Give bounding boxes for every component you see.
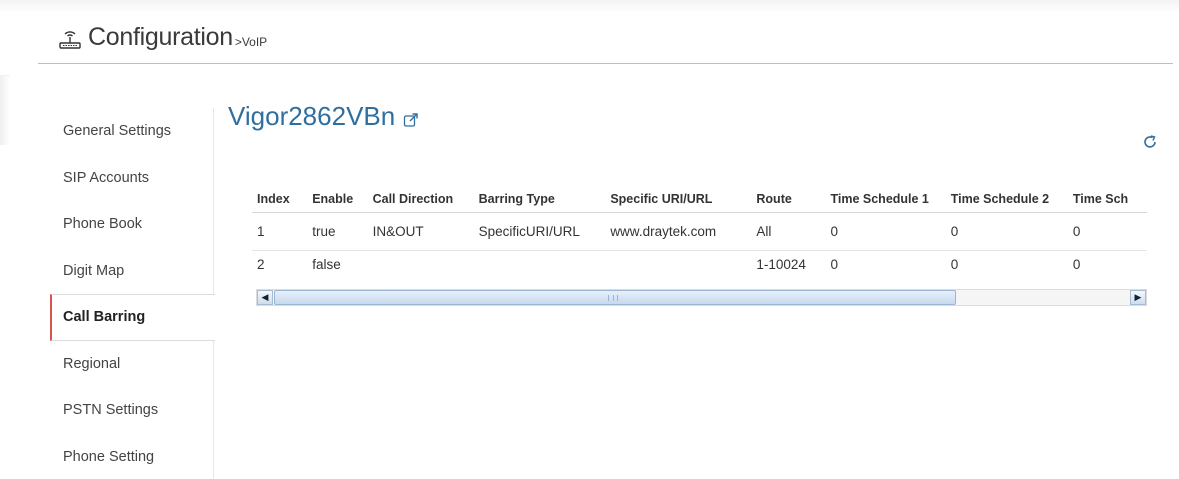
column-header-time-schedule-2[interactable]: Time Schedule 2 [945, 186, 1068, 213]
column-header-route[interactable]: Route [751, 186, 826, 213]
cell-enable: false [312, 256, 341, 272]
cell-time-schedule-2: 0 [950, 256, 959, 272]
sidebar-item-digit-map[interactable]: Digit Map [50, 248, 213, 295]
cell-time-schedule-2: 0 [945, 212, 1068, 251]
column-header-specific-uri[interactable]: Specific URI/URL [605, 186, 752, 213]
horizontal-scrollbar[interactable]: ◀ ▶ [256, 289, 1147, 306]
cell-time-schedule-1: 0 [830, 256, 838, 272]
call-barring-table-container: Index Enable Call Direction Barring Type… [252, 186, 1147, 280]
call-barring-table: Index Enable Call Direction Barring Type… [252, 186, 1147, 280]
top-bar [0, 0, 1179, 14]
cell-time-schedule-3: 0 [1072, 256, 1081, 272]
column-header-time-schedule-1[interactable]: Time Schedule 1 [825, 186, 946, 213]
cell-route: 1-10024 [756, 256, 806, 272]
cell-call-direction: IN&OUT [367, 212, 474, 251]
column-header-barring-type[interactable]: Barring Type [473, 186, 606, 213]
sidebar: General Settings SIP Accounts Phone Book… [50, 108, 215, 479]
page-header: Configuration >VoIP [38, 22, 1173, 64]
device-name[interactable]: Vigor2862VBn [228, 101, 395, 132]
scroll-right-button[interactable]: ▶ [1130, 290, 1146, 305]
arrow-right-icon: ▶ [1134, 292, 1142, 302]
cell-index: 2 [257, 256, 265, 272]
sidebar-item-regional[interactable]: Regional [50, 341, 213, 388]
column-header-enable[interactable]: Enable [307, 186, 368, 213]
cell-call-direction [368, 250, 474, 280]
device-title: Vigor2862VBn [228, 98, 419, 135]
external-link-icon[interactable] [403, 104, 419, 135]
sidebar-item-call-barring[interactable]: Call Barring [50, 294, 215, 341]
grip-icon [608, 295, 618, 301]
table-row[interactable]: 2 false 1-10024 0 0 0 [252, 250, 1147, 280]
router-icon [58, 25, 82, 49]
refresh-icon[interactable] [1142, 134, 1158, 150]
left-panel-edge [0, 75, 10, 145]
cell-index: 1 [252, 212, 308, 251]
breadcrumb: >VoIP [234, 35, 268, 49]
arrow-left-icon: ◀ [261, 292, 269, 302]
sidebar-item-phone-book[interactable]: Phone Book [50, 201, 213, 248]
sidebar-item-pstn-settings[interactable]: PSTN Settings [50, 387, 213, 434]
cell-specific-uri: www.draytek.com [605, 212, 752, 251]
cell-enable: true [307, 212, 368, 251]
page-title: Configuration [88, 23, 233, 51]
sidebar-item-sip-accounts[interactable]: SIP Accounts [50, 155, 213, 202]
scroll-left-button[interactable]: ◀ [257, 290, 273, 305]
column-header-index[interactable]: Index [252, 186, 308, 213]
scrollbar-thumb[interactable] [274, 290, 956, 305]
cell-specific-uri [605, 250, 751, 280]
sidebar-item-general-settings[interactable]: General Settings [50, 108, 213, 155]
cell-time-schedule-1: 0 [825, 212, 946, 251]
sidebar-item-phone-setting[interactable]: Phone Setting [50, 434, 213, 479]
table-header-row: Index Enable Call Direction Barring Type… [252, 186, 1147, 213]
table-row[interactable]: 1 true IN&OUT SpecificURI/URL www.drayte… [252, 212, 1147, 251]
cell-time-schedule-3: 0 [1067, 212, 1147, 251]
column-header-call-direction[interactable]: Call Direction [367, 186, 474, 213]
cell-barring-type [474, 250, 606, 280]
column-header-time-schedule-3[interactable]: Time Sch [1067, 186, 1147, 213]
cell-route: All [751, 212, 826, 251]
cell-barring-type: SpecificURI/URL [473, 212, 606, 251]
